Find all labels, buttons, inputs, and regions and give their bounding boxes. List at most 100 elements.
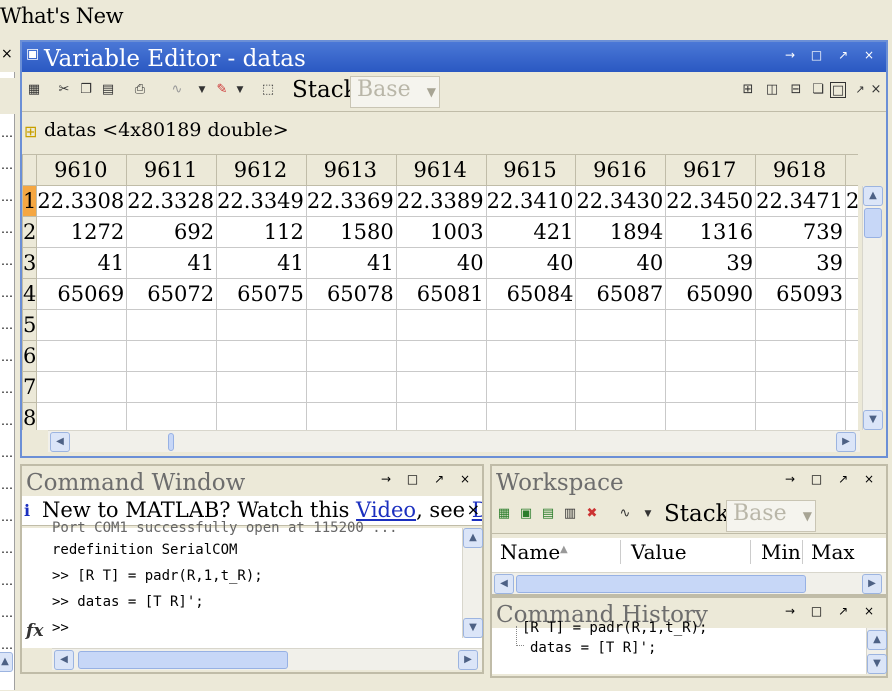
history-entry[interactable]: [R T] = padr(R,1,t_R); bbox=[522, 620, 707, 636]
table-cell[interactable]: 39 bbox=[755, 247, 846, 279]
history-entry[interactable]: datas = [T R]'; bbox=[530, 640, 656, 656]
row-header[interactable]: 7 bbox=[22, 371, 38, 403]
table-cell[interactable]: 65096 bbox=[844, 278, 858, 310]
table-cell[interactable]: 40 bbox=[575, 247, 667, 279]
table-cell[interactable]: 1580 bbox=[305, 216, 397, 248]
table-cell[interactable]: 39 bbox=[665, 247, 757, 279]
table-cell[interactable]: 41 bbox=[216, 247, 307, 279]
table-cell[interactable]: 65081 bbox=[395, 278, 487, 310]
scroll-down-button[interactable]: ▼ bbox=[863, 410, 883, 430]
close-icon[interactable]: × bbox=[868, 82, 884, 98]
window-controls[interactable]: → □ ↗ × bbox=[785, 48, 880, 62]
split-horizontal-icon[interactable]: ⊟ bbox=[788, 82, 804, 98]
table-cell[interactable] bbox=[844, 402, 858, 430]
window-controls[interactable]: → □ ↗ × bbox=[381, 472, 476, 486]
chevron-down-icon[interactable]: ▼ bbox=[640, 506, 656, 522]
scroll-up-button[interactable]: ▲ bbox=[863, 186, 883, 206]
tile-icon[interactable]: ⊞ bbox=[740, 82, 756, 98]
table-cell[interactable]: 65087 bbox=[575, 278, 667, 310]
table-cell[interactable] bbox=[395, 309, 487, 341]
maximize-icon[interactable]: □ bbox=[830, 82, 846, 98]
scroll-right-button[interactable]: ▶ bbox=[862, 574, 882, 594]
scroll-thumb[interactable] bbox=[516, 575, 806, 593]
table-cell[interactable] bbox=[126, 340, 218, 372]
table-cell[interactable] bbox=[665, 371, 757, 403]
table-cell[interactable]: 65069 bbox=[36, 278, 128, 310]
column-header[interactable]: 9616 bbox=[575, 154, 667, 186]
table-cell[interactable]: 40 bbox=[395, 247, 487, 279]
table-cell[interactable]: 65072 bbox=[126, 278, 218, 310]
vertical-scrollbar[interactable]: ▲ ▼ bbox=[462, 528, 483, 638]
table-cell[interactable]: 22.3450 bbox=[665, 185, 757, 217]
column-header[interactable]: 9610 bbox=[36, 154, 128, 186]
table-cell[interactable]: 39 bbox=[844, 247, 858, 279]
table-cell[interactable] bbox=[36, 340, 128, 372]
table-cell[interactable]: 41 bbox=[36, 247, 128, 279]
table-cell[interactable]: 41 bbox=[305, 247, 397, 279]
copy-icon[interactable]: ❐ bbox=[78, 82, 94, 98]
scroll-down-button[interactable]: ▼ bbox=[867, 654, 887, 674]
scroll-right-button[interactable]: ▶ bbox=[458, 650, 478, 670]
video-link[interactable]: Video bbox=[356, 498, 416, 522]
print-icon[interactable]: ⎙ bbox=[132, 82, 148, 98]
close-icon[interactable]: × bbox=[1, 46, 13, 62]
window-controls[interactable]: → □ ↗ × bbox=[785, 604, 880, 618]
table-cell[interactable]: 1894 bbox=[575, 216, 667, 248]
table-cell[interactable] bbox=[575, 340, 667, 372]
scroll-thumb[interactable] bbox=[78, 651, 288, 669]
table-cell[interactable] bbox=[305, 371, 397, 403]
table-cell[interactable]: 22.3328 bbox=[126, 185, 218, 217]
scroll-up-button[interactable]: ▲ bbox=[0, 652, 13, 672]
table-cell[interactable] bbox=[844, 371, 858, 403]
load-data-icon[interactable]: ▤ bbox=[540, 506, 556, 522]
vertical-scrollbar[interactable]: ▲ ▼ bbox=[866, 628, 887, 674]
table-cell[interactable] bbox=[575, 309, 667, 341]
split-vertical-icon[interactable]: ◫ bbox=[764, 82, 780, 98]
table-cell[interactable] bbox=[755, 371, 846, 403]
table-cell[interactable] bbox=[485, 402, 577, 430]
table-cell[interactable]: 22.3491 bbox=[844, 185, 858, 217]
table-cell[interactable]: 22.3389 bbox=[395, 185, 487, 217]
scroll-left-button[interactable]: ◀ bbox=[54, 650, 74, 670]
table-cell[interactable]: 65090 bbox=[665, 278, 757, 310]
table-cell[interactable]: 40 bbox=[485, 247, 577, 279]
table-cell[interactable]: 22.3369 bbox=[305, 185, 397, 217]
table-cell[interactable] bbox=[485, 371, 577, 403]
table-cell[interactable] bbox=[395, 402, 487, 430]
table-cell[interactable] bbox=[305, 309, 397, 341]
column-header-name[interactable]: Name bbox=[500, 540, 560, 564]
scroll-down-button[interactable]: ▼ bbox=[463, 618, 483, 638]
table-cell[interactable] bbox=[395, 340, 487, 372]
table-cell[interactable] bbox=[665, 309, 757, 341]
table-cell[interactable] bbox=[665, 340, 757, 372]
table-cell[interactable]: 1272 bbox=[36, 216, 128, 248]
row-header[interactable]: 8 bbox=[22, 402, 38, 430]
table-cell[interactable] bbox=[575, 371, 667, 403]
table-cell[interactable] bbox=[844, 309, 858, 341]
stack-select[interactable]: Base ▼ bbox=[726, 500, 816, 532]
table-cell[interactable]: 163 bbox=[844, 216, 858, 248]
table-cell[interactable] bbox=[216, 340, 307, 372]
column-header[interactable]: 9613 bbox=[305, 154, 397, 186]
column-header[interactable]: 9617 bbox=[665, 154, 757, 186]
scroll-up-button[interactable]: ▲ bbox=[463, 528, 483, 548]
table-cell[interactable] bbox=[126, 309, 218, 341]
table-cell[interactable] bbox=[665, 402, 757, 430]
table-cell[interactable]: 1316 bbox=[665, 216, 757, 248]
table-cell[interactable]: 65084 bbox=[485, 278, 577, 310]
scroll-up-button[interactable]: ▲ bbox=[867, 630, 887, 650]
command-output[interactable]: Port COM1 successfully open at 115200 ..… bbox=[22, 520, 483, 648]
row-header[interactable]: 4 bbox=[22, 278, 38, 310]
row-header[interactable]: 1 bbox=[22, 185, 38, 217]
table-cell[interactable]: 22.3430 bbox=[575, 185, 667, 217]
table-cell[interactable]: 22.3308 bbox=[36, 185, 128, 217]
undock-icon[interactable]: ↗ bbox=[852, 82, 868, 98]
column-header[interactable]: 9618 bbox=[755, 154, 846, 186]
row-header[interactable]: 5 bbox=[22, 309, 38, 341]
cut-icon[interactable]: ✂ bbox=[56, 82, 72, 98]
table-cell[interactable] bbox=[844, 340, 858, 372]
column-header[interactable]: 9611 bbox=[126, 154, 218, 186]
table-cell[interactable] bbox=[755, 340, 846, 372]
scroll-right-button[interactable]: ▶ bbox=[836, 432, 856, 452]
chevron-down-icon[interactable]: ▼ bbox=[194, 82, 210, 98]
